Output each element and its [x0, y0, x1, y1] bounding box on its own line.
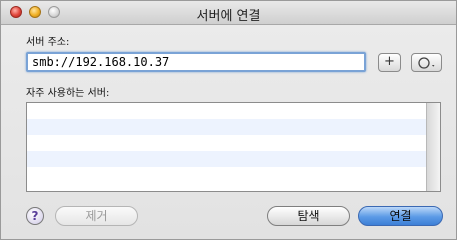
connect-to-server-dialog: 서버에 연결 서버 주소: + 자주 사용하는 서버: ? 제거 탐색 연결 [0, 0, 457, 240]
list-item[interactable] [27, 167, 440, 183]
recent-servers-button[interactable] [411, 53, 442, 72]
window-title: 서버에 연결 [196, 9, 261, 24]
list-item[interactable] [27, 103, 440, 119]
help-button[interactable]: ? [26, 207, 44, 225]
list-item[interactable] [27, 119, 440, 135]
titlebar: 서버에 연결 [1, 1, 456, 25]
server-address-label: 서버 주소: [26, 37, 70, 48]
remove-button[interactable]: 제거 [55, 206, 138, 226]
favorite-servers-list[interactable] [26, 102, 441, 192]
question-mark-icon: ? [31, 209, 39, 223]
plus-icon: + [384, 54, 395, 69]
browse-button[interactable]: 탐색 [267, 206, 350, 226]
add-favorite-button[interactable]: + [378, 53, 401, 72]
connect-button[interactable]: 연결 [358, 206, 443, 226]
list-item[interactable] [27, 135, 440, 151]
clock-dropdown-icon [417, 57, 434, 69]
list-item[interactable] [27, 151, 440, 167]
favorite-servers-label: 자주 사용하는 서버: [26, 88, 110, 99]
list-scrollbar[interactable] [426, 103, 440, 191]
server-address-input[interactable] [26, 52, 366, 72]
